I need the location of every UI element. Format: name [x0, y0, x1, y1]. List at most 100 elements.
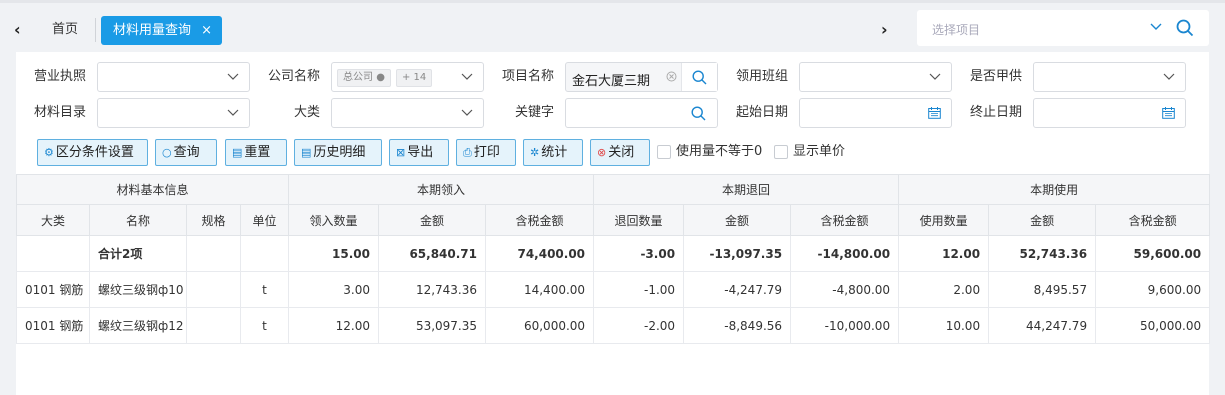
- column-header[interactable]: 规格: [186, 204, 241, 236]
- column-header[interactable]: 退回数量: [593, 204, 685, 236]
- table-cell: -8,849.56: [683, 307, 792, 344]
- chip-remove-icon[interactable]: ●: [376, 72, 385, 83]
- tab-home[interactable]: 首页: [52, 20, 78, 40]
- column-header[interactable]: 单位: [239, 204, 290, 236]
- column-header[interactable]: 领入数量: [288, 204, 380, 236]
- table-cell: [186, 235, 241, 272]
- end-date-label: 终止日期: [969, 105, 1022, 120]
- start-date-input[interactable]: [799, 98, 952, 128]
- table-row[interactable]: 0101 钢筋 螺纹三级钢ф12 t 12.00 53,097.35 60,00…: [16, 307, 1211, 344]
- stats-label: 统计: [541, 145, 568, 160]
- calendar-icon[interactable]: [1162, 107, 1175, 119]
- column-header[interactable]: 含税金额: [485, 204, 595, 236]
- query-button[interactable]: ○ 查询: [155, 139, 217, 166]
- table-cell: 74,400.00: [485, 235, 595, 272]
- history-label: 历史明细: [313, 145, 366, 160]
- reset-label: 重置: [244, 145, 271, 160]
- column-header[interactable]: 含税金额: [1095, 204, 1211, 236]
- show-price-checkbox[interactable]: [774, 145, 788, 159]
- party-a-supply-select[interactable]: [1033, 62, 1186, 92]
- tab-bar: ‹ 首页 材料用量查询 × › 选择项目: [0, 0, 1225, 52]
- stats-button[interactable]: ✲ 统计: [523, 139, 583, 166]
- reset-button[interactable]: ▤ 重置: [225, 139, 287, 166]
- project-select[interactable]: 选择项目: [917, 10, 1209, 46]
- chevron-down-icon: [227, 109, 239, 116]
- table-cell: 10.00: [898, 307, 990, 344]
- table-cell: 0101 钢筋: [16, 271, 90, 308]
- search-icon: ○: [162, 146, 172, 159]
- history-button[interactable]: ▤ 历史明细: [294, 139, 382, 166]
- material-usage-table: 材料基本信息 本期领入 本期退回 本期使用 大类 名称 规格 单位 领入数量 金…: [15, 174, 1211, 344]
- table-cell: 65,840.71: [378, 235, 487, 272]
- project-search-button[interactable]: [681, 63, 717, 91]
- business-license-select[interactable]: [97, 62, 250, 92]
- chevron-down-icon: [227, 73, 239, 80]
- table-cell: t: [239, 307, 290, 344]
- category-label: 大类: [293, 105, 320, 120]
- total-row[interactable]: 合计2项 15.00 65,840.71 74,400.00 -3.00 -13…: [16, 235, 1211, 272]
- keyword-search-button[interactable]: [681, 99, 717, 127]
- close-button[interactable]: ⊗ 关闭: [590, 139, 650, 166]
- table-cell: [239, 235, 290, 272]
- table-cell: 螺纹三级钢ф12: [89, 307, 187, 344]
- table-row[interactable]: 0101 钢筋 螺纹三级钢ф10 t 3.00 12,743.36 14,400…: [16, 271, 1211, 308]
- tab-material-usage-query[interactable]: 材料用量查询 ×: [101, 16, 222, 45]
- table-cell: 12.00: [288, 307, 380, 344]
- document-icon: ▤: [232, 146, 243, 159]
- company-name-label: 公司名称: [267, 69, 320, 84]
- table-cell: 合计2项: [89, 235, 187, 272]
- split-settings-button[interactable]: ⚙ 区分条件设置: [37, 139, 148, 166]
- group-header: 本期退回: [593, 174, 900, 205]
- chevron-down-icon: [1163, 73, 1175, 80]
- column-header[interactable]: 含税金额: [790, 204, 900, 236]
- clear-icon[interactable]: [666, 71, 677, 82]
- end-date-input[interactable]: [1033, 98, 1186, 128]
- column-header[interactable]: 金额: [683, 204, 792, 236]
- column-header[interactable]: 金额: [988, 204, 1097, 236]
- column-header[interactable]: 名称: [89, 204, 187, 236]
- table-cell: 12.00: [898, 235, 990, 272]
- keyword-label: 关键字: [514, 105, 554, 120]
- close-icon[interactable]: ×: [201, 16, 212, 45]
- table-cell: -1.00: [593, 271, 685, 308]
- material-catalog-select[interactable]: [97, 98, 250, 128]
- table-cell: 50,000.00: [1095, 307, 1211, 344]
- group-header: 材料基本信息: [15, 174, 290, 205]
- project-name-input[interactable]: 金石大厦三期: [565, 62, 718, 92]
- table-cell: t: [239, 271, 290, 308]
- keyword-input[interactable]: [565, 98, 718, 128]
- print-button[interactable]: ⎙ 打印: [456, 139, 516, 166]
- company-name-select[interactable]: 总公司 ● + 14: [331, 62, 484, 92]
- category-select[interactable]: [331, 98, 484, 128]
- table-cell: 2.00: [898, 271, 990, 308]
- project-name-value: 金石大厦三期: [572, 74, 651, 89]
- tab-scroll-left-button[interactable]: ‹: [14, 20, 21, 40]
- column-header[interactable]: 使用数量: [898, 204, 990, 236]
- project-select-placeholder: 选择项目: [932, 23, 981, 37]
- team-select[interactable]: [799, 62, 952, 92]
- chevron-down-icon: [461, 73, 473, 80]
- calendar-icon[interactable]: [928, 107, 941, 119]
- query-panel: 营业执照 公司名称 总公司 ● + 14 项目名称 金石大厦三期 领用班组 是否…: [15, 52, 1211, 395]
- scrollbar-track[interactable]: [1209, 52, 1225, 395]
- table-cell: -4,247.79: [683, 271, 792, 308]
- tab-scroll-right-button[interactable]: ›: [881, 20, 888, 40]
- table-cell: 53,097.35: [378, 307, 487, 344]
- chevron-down-icon: [461, 109, 473, 116]
- column-header[interactable]: 大类: [16, 204, 90, 236]
- export-icon: ⊠: [396, 146, 406, 159]
- table-cell: 15.00: [288, 235, 380, 272]
- close-label: 关闭: [608, 145, 635, 160]
- company-chip-more: + 14: [396, 69, 433, 87]
- table-cell: [186, 271, 241, 308]
- chevron-down-icon: [1150, 23, 1162, 30]
- split-settings-label: 区分条件设置: [55, 145, 134, 160]
- group-header-row: 材料基本信息 本期领入 本期退回 本期使用: [15, 174, 1211, 205]
- business-license-label: 营业执照: [33, 69, 86, 84]
- usage-ne-zero-checkbox[interactable]: [657, 145, 671, 159]
- search-icon[interactable]: [1176, 19, 1194, 37]
- table-cell: [186, 307, 241, 344]
- table-cell: -4,800.00: [790, 271, 900, 308]
- export-button[interactable]: ⊠ 导出: [389, 139, 449, 166]
- column-header[interactable]: 金额: [378, 204, 487, 236]
